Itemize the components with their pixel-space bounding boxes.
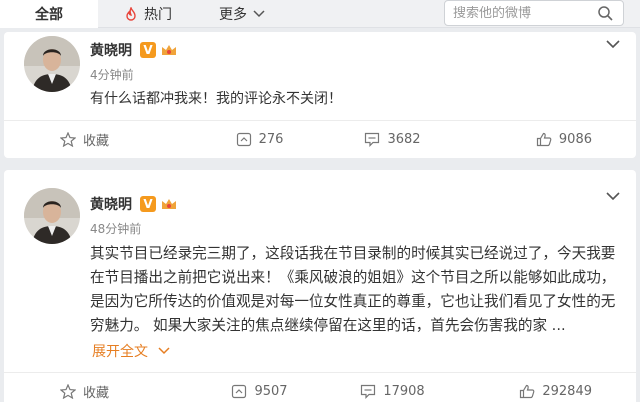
like-button[interactable]: 292849 — [459, 373, 636, 402]
post-time[interactable]: 48分钟前 — [90, 220, 141, 237]
post-card: 黄晓明 V 48分钟前 其实节目已经录完三期了，这段话我在节目录制的时候其实已经… — [4, 170, 636, 402]
avatar[interactable] — [24, 188, 80, 244]
top-tab-bar: 全部 热门 更多 — [0, 0, 640, 28]
chevron-down-icon[interactable] — [606, 186, 620, 205]
chevron-down-icon[interactable] — [606, 34, 620, 53]
repost-button[interactable]: 9507 — [193, 373, 326, 402]
favorite-label: 收藏 — [83, 134, 110, 149]
comment-count: 3682 — [387, 132, 421, 147]
repost-icon — [236, 132, 252, 147]
verified-badge: V — [140, 42, 156, 58]
author-name[interactable]: 黄晓明 V — [90, 194, 178, 214]
star-icon — [60, 384, 76, 399]
search-icon[interactable] — [598, 6, 613, 25]
favorite-label: 收藏 — [83, 386, 110, 401]
favorite-button[interactable]: 收藏 — [4, 373, 193, 402]
comment-button[interactable]: 3682 — [326, 121, 459, 158]
tab-more[interactable]: 更多 — [198, 0, 286, 28]
post-text: 有什么话都冲我来！我的评论永不关闭！ — [90, 91, 342, 107]
like-count: 292849 — [542, 384, 592, 399]
author-name-text: 黄晓明 — [90, 43, 132, 59]
avatar[interactable] — [24, 36, 80, 92]
verified-badge: V — [140, 196, 156, 212]
author-name[interactable]: 黄晓明 V — [90, 40, 178, 60]
tab-hot[interactable]: 热门 — [98, 0, 198, 28]
repost-button[interactable]: 276 — [193, 121, 326, 158]
post-text: 其实节目已经录完三期了，这段话我在节目录制的时候其实已经说过了，今天我要在节目播… — [90, 245, 616, 334]
search-box — [444, 0, 624, 26]
tab-all-label: 全部 — [35, 7, 63, 23]
like-button[interactable]: 9086 — [459, 121, 636, 158]
repost-count: 276 — [258, 132, 284, 147]
comment-count: 17908 — [383, 384, 425, 399]
thumbs-up-icon — [519, 384, 535, 399]
post-time[interactable]: 4分钟前 — [90, 66, 134, 83]
crown-icon — [160, 196, 178, 212]
expand-full-text-link[interactable]: 展开全文 — [92, 341, 170, 361]
post-actions: 收藏 9507 17908 292849 — [4, 372, 636, 402]
fire-icon — [124, 6, 138, 22]
chevron-down-icon — [253, 10, 265, 18]
expand-label: 展开全文 — [92, 344, 148, 360]
crown-icon — [160, 42, 178, 58]
tab-more-label: 更多 — [219, 7, 247, 23]
search-input[interactable] — [453, 5, 593, 21]
tab-hot-label: 热门 — [144, 7, 172, 23]
repost-icon — [231, 384, 247, 399]
post-card: 黄晓明 V 4分钟前 有什么话都冲我来！我的评论永不关闭！ 收藏 276 368… — [4, 32, 636, 158]
comment-icon — [360, 384, 376, 399]
repost-count: 9507 — [254, 384, 288, 399]
comment-icon — [364, 132, 380, 147]
like-count: 9086 — [558, 132, 592, 147]
favorite-button[interactable]: 收藏 — [4, 121, 193, 158]
star-icon — [60, 132, 76, 147]
author-name-text: 黄晓明 — [90, 197, 132, 213]
comment-button[interactable]: 17908 — [326, 373, 459, 402]
thumbs-up-icon — [536, 132, 552, 147]
chevron-down-icon — [158, 347, 170, 355]
post-actions: 收藏 276 3682 9086 — [4, 120, 636, 158]
tab-all[interactable]: 全部 — [0, 0, 98, 28]
